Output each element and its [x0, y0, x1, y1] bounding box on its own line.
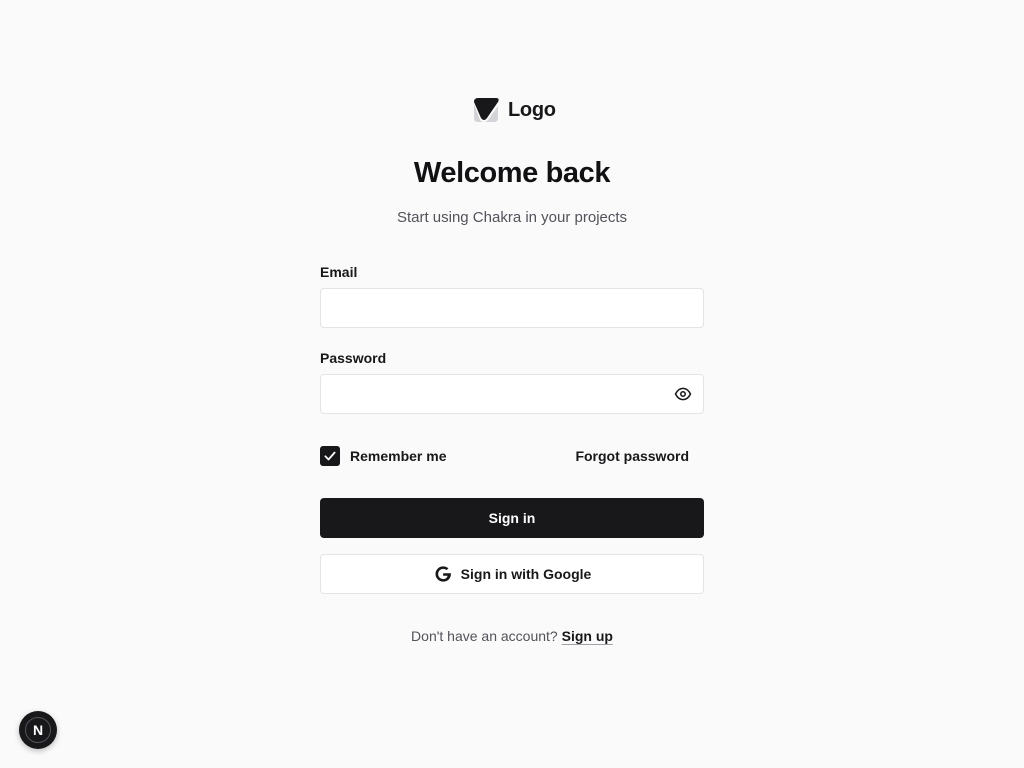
login-form: Email Password Remember me Forgot passwo…: [320, 262, 704, 644]
nextjs-badge-letter: N: [32, 722, 44, 738]
password-field[interactable]: [320, 374, 704, 414]
page-title: Welcome back: [413, 157, 611, 189]
password-label: Password: [320, 350, 387, 366]
email-field[interactable]: [320, 288, 704, 328]
login-page: Logo Welcome back Start using Chakra in …: [0, 0, 1024, 768]
remember-me-checkbox[interactable]: Remember me: [320, 446, 447, 466]
nextjs-icon: N: [25, 717, 51, 743]
signup-prompt-text: Don't have an account?: [411, 628, 558, 644]
password-field-wrapper: [320, 374, 704, 414]
eye-icon[interactable]: [674, 385, 692, 403]
logo-text: Logo: [508, 98, 556, 121]
page-subtitle: Start using Chakra in your projects: [396, 209, 628, 226]
remember-me-label[interactable]: Remember me: [350, 448, 447, 464]
remember-row: Remember me Forgot password: [320, 446, 704, 466]
checkbox-checked-icon[interactable]: [320, 446, 340, 466]
sign-up-link[interactable]: Sign up: [562, 628, 613, 644]
google-sign-in-label: Sign in with Google: [460, 566, 592, 582]
google-icon: [435, 566, 451, 582]
nextjs-dev-badge[interactable]: N: [19, 711, 57, 749]
logo-mark-icon: [474, 98, 499, 122]
google-sign-in-button[interactable]: Sign in with Google: [320, 554, 704, 594]
signup-prompt: Don't have an account? Sign up: [320, 628, 704, 644]
email-label: Email: [320, 264, 358, 280]
logo[interactable]: Logo: [472, 96, 556, 124]
forgot-password-link[interactable]: Forgot password: [575, 448, 689, 464]
email-field-wrapper: [320, 288, 704, 328]
sign-in-button[interactable]: Sign in: [320, 498, 704, 538]
